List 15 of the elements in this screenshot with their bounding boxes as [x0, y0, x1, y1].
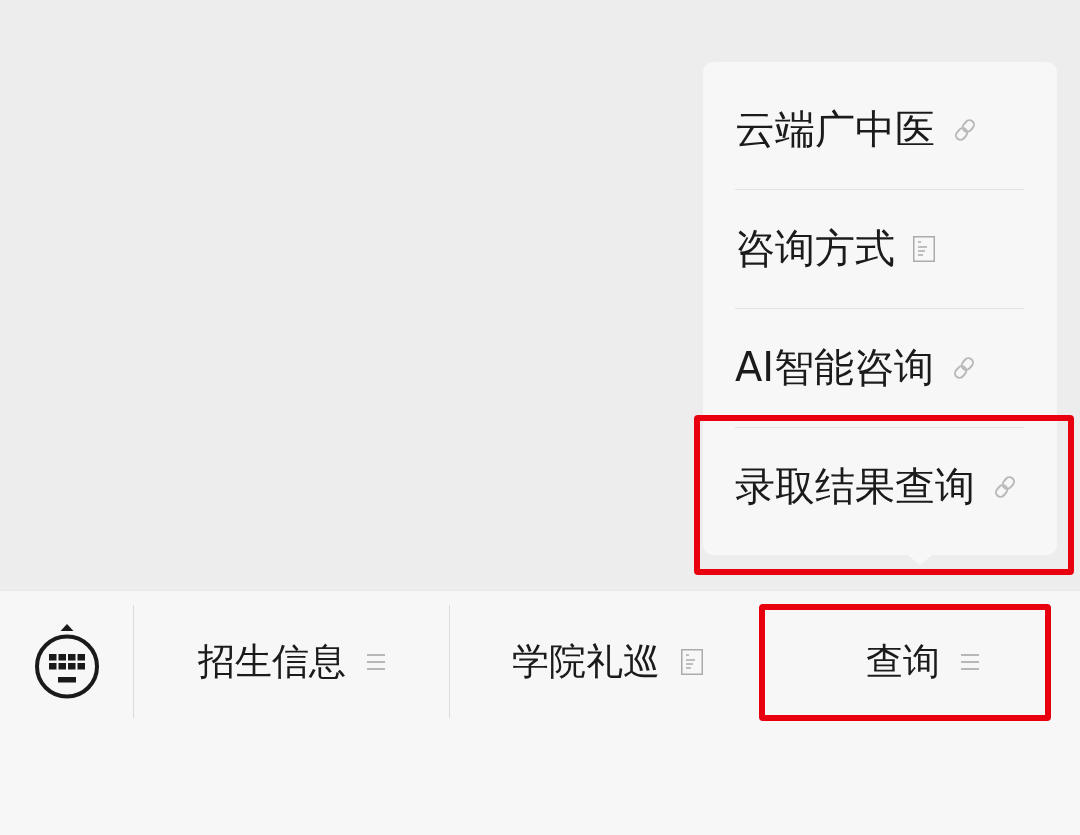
link-icon	[993, 473, 1017, 500]
menu-item[interactable]: 云端广中医	[703, 70, 1057, 189]
document-icon	[913, 235, 935, 262]
menu-tab[interactable]: 查询	[765, 605, 1080, 718]
keyboard-icon[interactable]	[33, 624, 100, 699]
list-icon	[366, 653, 385, 670]
menu-tab[interactable]: 招生信息	[134, 605, 449, 718]
menu-tab[interactable]: 学院礼巡	[449, 605, 765, 718]
link-icon	[953, 116, 977, 143]
menu-item[interactable]: 录取结果查询	[703, 427, 1057, 546]
menu-item[interactable]: 咨询方式	[703, 189, 1057, 308]
list-icon	[961, 653, 980, 670]
document-icon	[680, 648, 703, 675]
menu-item[interactable]: AI智能咨询	[703, 308, 1057, 427]
link-icon	[952, 354, 977, 381]
